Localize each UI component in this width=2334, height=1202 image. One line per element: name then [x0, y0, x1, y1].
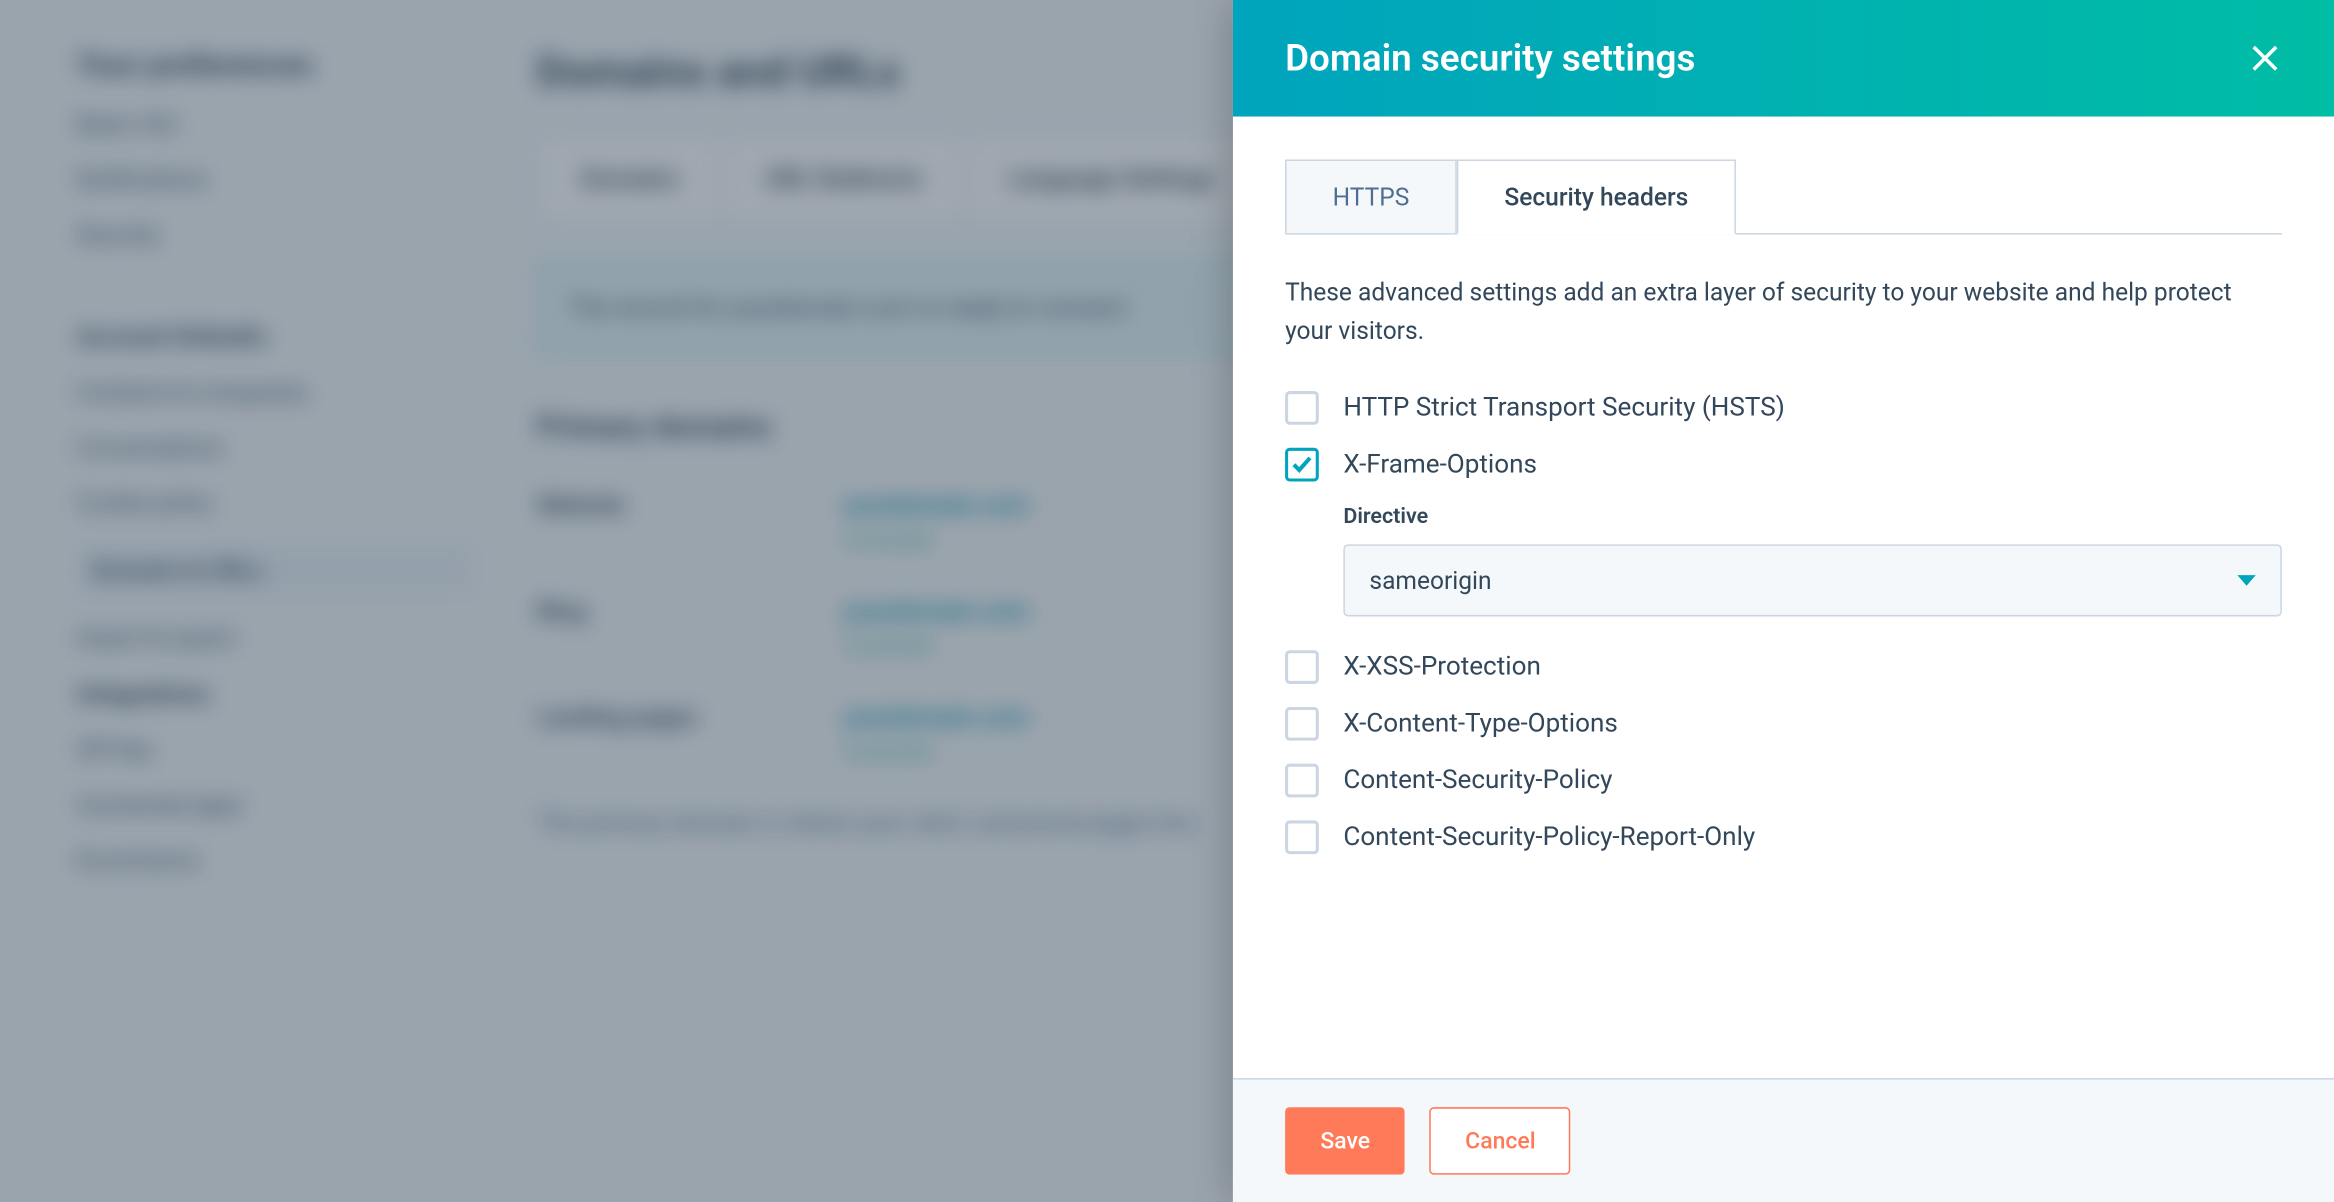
directive-value: sameorigin [1369, 565, 1491, 594]
checkbox-xcto[interactable] [1285, 706, 1319, 740]
panel-header: Domain security settings [1233, 0, 2334, 117]
cancel-button[interactable]: Cancel [1430, 1107, 1571, 1174]
checkbox-xframe[interactable] [1285, 447, 1319, 481]
checkbox-xss[interactable] [1285, 650, 1319, 684]
option-xcto[interactable]: X-Content-Type-Options [1285, 706, 2282, 740]
tab-https[interactable]: HTTPS [1285, 159, 1457, 233]
checkbox-cspro[interactable] [1285, 820, 1319, 854]
option-hsts[interactable]: HTTP Strict Transport Security (HSTS) [1285, 390, 2282, 424]
option-xframe[interactable]: X-Frame-Options [1285, 447, 2282, 481]
option-label: X-XSS-Protection [1343, 651, 1541, 682]
option-csp[interactable]: Content-Security-Policy [1285, 763, 2282, 797]
option-label: X-Frame-Options [1343, 449, 1537, 480]
option-label: Content-Security-Policy-Report-Only [1343, 821, 1755, 852]
save-button[interactable]: Save [1285, 1107, 1405, 1174]
directive-label: Directive [1343, 504, 2282, 529]
directive-select[interactable]: sameorigin [1343, 544, 2282, 616]
panel-description: These advanced settings add an extra lay… [1285, 274, 2282, 350]
domain-security-panel: Domain security settings HTTPS Security … [1233, 0, 2334, 1202]
option-label: X-Content-Type-Options [1343, 708, 1617, 739]
panel-footer: Save Cancel [1233, 1078, 2334, 1202]
checkbox-hsts[interactable] [1285, 390, 1319, 424]
option-xss[interactable]: X-XSS-Protection [1285, 650, 2282, 684]
checkbox-csp[interactable] [1285, 763, 1319, 797]
panel-tabs: HTTPS Security headers [1285, 159, 2282, 234]
panel-title: Domain security settings [1285, 37, 1695, 80]
tab-security-headers[interactable]: Security headers [1457, 159, 1736, 234]
option-label: Content-Security-Policy [1343, 765, 1612, 796]
xframe-directive-group: Directive sameorigin [1343, 504, 2282, 616]
option-label: HTTP Strict Transport Security (HSTS) [1343, 392, 1784, 423]
close-icon[interactable] [2248, 41, 2282, 75]
panel-body: HTTPS Security headers These advanced se… [1233, 117, 2334, 1079]
option-cspro[interactable]: Content-Security-Policy-Report-Only [1285, 820, 2282, 854]
caret-down-icon [2237, 574, 2255, 585]
